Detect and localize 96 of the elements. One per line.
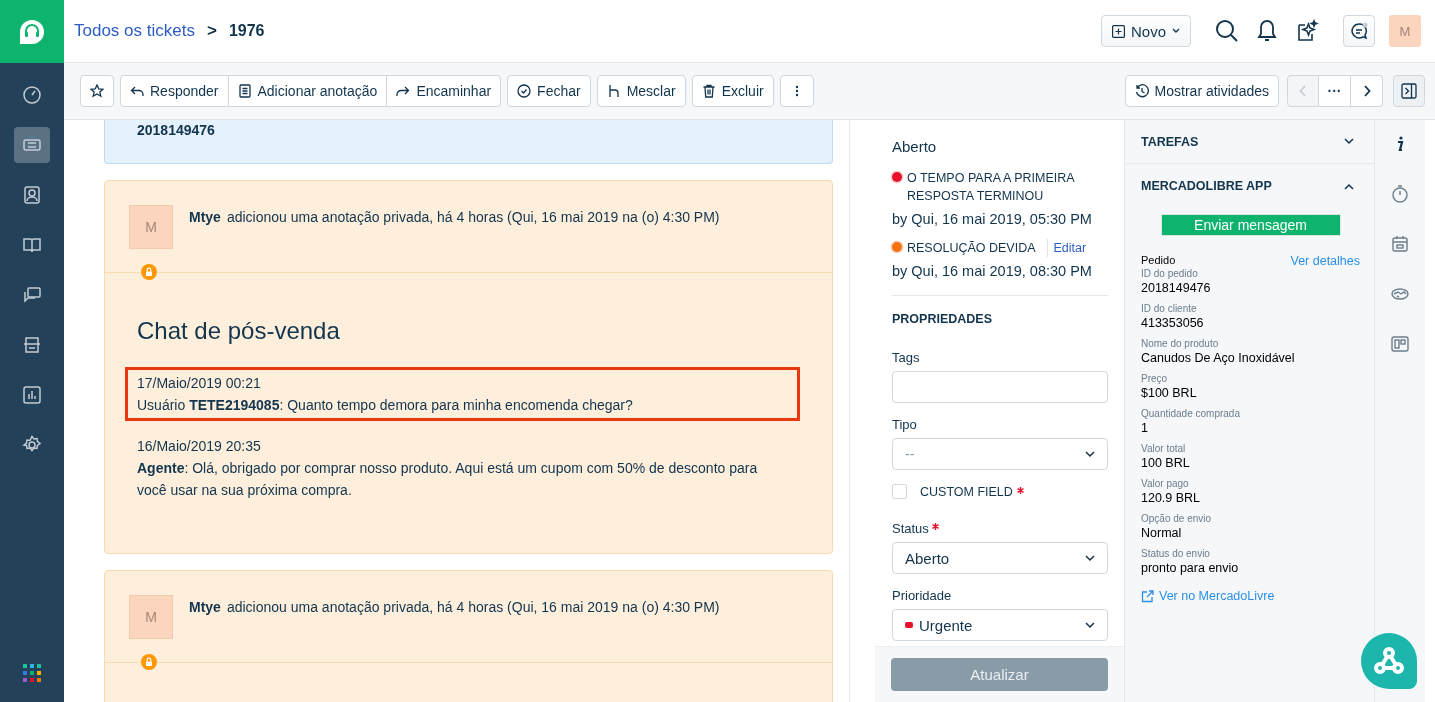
detail-value: 1 [1141,421,1149,435]
section-title: PROPRIEDADES [892,312,994,326]
detail-label: Status do envio [1141,548,1211,559]
edit-link[interactable]: Editar [1046,239,1087,257]
author-name[interactable]: Mtye [189,599,221,615]
field-label: Tipo [892,417,917,432]
detail-label: Quantidade comprada [1141,408,1241,419]
external-link-icon [1141,589,1154,603]
star-button[interactable] [80,75,114,107]
chat-button[interactable] [1343,15,1375,47]
new-button[interactable]: Novo [1100,15,1191,47]
forward-icon [396,84,411,98]
merge-icon [606,84,621,98]
message-text: Usuário TETE2194085: Quanto tempo demora para minha encomenda chegar? [137,396,634,415]
ticket-icon[interactable] [14,127,50,163]
merge-button[interactable]: Mesclar [596,75,686,107]
select-field[interactable]: Aberto [892,542,1108,574]
note-meta: adicionou uma anotação privada, há 4 horas (Qui, 16 mai 2019 na (o) 4:30 PM) [226,599,720,615]
section-title[interactable]: TAREFAS [1141,134,1199,149]
detail-label: Nome do produto [1141,338,1220,349]
chevron-icon[interactable] [1344,182,1354,190]
detail-value: 120.9 BRL [1141,491,1202,505]
tags-field[interactable] [892,371,1108,403]
reply-icon [130,84,144,98]
order-number: 2018149476 [137,122,215,138]
order-label: Pedido [1141,254,1176,268]
detail-value: Canudos De Aço Inoxidável [1141,351,1296,365]
check-button[interactable]: Fechar [507,75,591,107]
note-meta: adicionou uma anotação privada, há 4 horas (Qui, 16 mai 2019 na (o) 4:30 PM) [226,209,720,225]
ticket-number: 1976 [228,22,265,40]
history-icon [1134,84,1149,98]
detail-value: 413353056 [1141,316,1205,330]
detail-label: Preço [1141,373,1169,384]
sla-label: RESOLUÇÃO DEVIDA [907,240,1036,257]
panel-icon [1401,83,1417,99]
reply-button[interactable]: Responder [120,75,229,107]
bell-icon[interactable] [1257,19,1277,43]
trash-button[interactable]: Excluir [691,75,774,107]
due-date: by Qui, 16 mai 2019, 05:30 PM [892,211,1093,227]
plus-icon [1111,24,1125,38]
detail-value: Normal [1141,526,1183,540]
due-date: by Qui, 16 mai 2019, 08:30 PM [892,263,1093,279]
lock-icon [141,654,157,670]
sparkle-icon[interactable] [1295,19,1319,43]
ticket-status: Aberto [892,138,938,155]
field-label: Tags [892,350,920,365]
chat-bubble-icon [1350,22,1368,40]
field-label: Status [892,521,929,536]
note-button[interactable]: Adicionar anotação [228,75,388,107]
check-icon [517,84,532,98]
chevron-left-icon [1299,85,1307,97]
logo-icon[interactable] [0,0,64,63]
author-avatar: M [129,595,173,639]
breadcrumb-separator: > [206,21,217,41]
lock-icon [141,264,157,280]
next-button[interactable] [1351,75,1383,107]
detail-value: 100 BRL [1141,456,1191,470]
caret-icon [1172,28,1180,34]
note-title: Chat de pós-venda [137,317,341,345]
chevron-right-icon [1362,85,1371,97]
field-label: CUSTOM FIELD [920,484,1013,499]
calendar-icon[interactable] [1390,234,1410,254]
detail-value: 2018149476 [1141,281,1212,295]
message-time: 17/Maio/2019 00:21 [137,374,262,393]
breadcrumb-link[interactable]: Todos os tickets [74,21,195,41]
author-name[interactable]: Mtye [189,209,221,225]
field-label: Prioridade [892,588,952,603]
trash-icon [701,84,716,98]
board-icon[interactable] [1390,334,1410,354]
star-icon [90,84,104,98]
detail-label: Valor total [1141,443,1187,454]
panel-toggle-button[interactable] [1393,75,1425,107]
timer-icon[interactable] [1390,184,1410,204]
message-time: 16/Maio/2019 20:35 [137,437,262,456]
chevron-down-icon [1085,554,1095,562]
detail-value: pronto para envio [1141,561,1240,575]
message-text: Agente: Olá, obrigado por comprar nosso produto. Aqui está um cupom com 50% de desconto para você usar na sua próxima compra. [137,459,759,500]
more-tickets-button[interactable]: ··· [1319,75,1351,107]
forward-button[interactable]: Encaminhar [387,75,502,107]
detail-label: Opção de envio [1141,513,1213,524]
checkbox[interactable] [892,484,907,499]
show-activities-button[interactable]: Mostrar atividades [1124,75,1279,107]
search-icon[interactable] [1215,19,1239,43]
detail-label: ID do cliente [1141,303,1198,314]
note-icon [237,84,252,98]
section-title[interactable]: MERCADOLIBRE APP [1141,179,1272,193]
sla-label: O TEMPO PARA A PRIMEIRA RESPOSTA TERMINOU [907,170,1076,205]
chevron-down-icon [1085,450,1095,458]
chevron-down-icon [1085,621,1095,629]
detail-label: Valor pago [1141,478,1190,489]
author-avatar: M [129,205,173,249]
detail-value: $100 BRL [1141,386,1198,400]
apps-grid-icon[interactable] [23,664,41,682]
chevron-icon[interactable] [1344,138,1354,145]
detail-label: ID do pedido [1141,268,1199,279]
select-field[interactable]: Urgente [892,609,1108,641]
